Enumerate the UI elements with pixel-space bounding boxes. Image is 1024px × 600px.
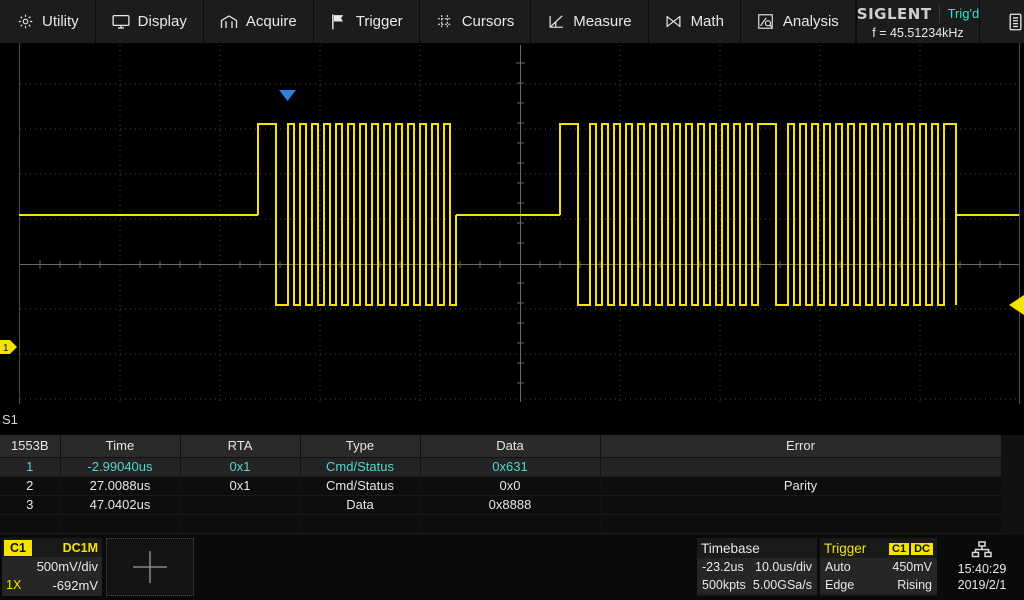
clock-date: 2019/2/1 [958, 577, 1007, 593]
menu-label: Utility [42, 13, 79, 30]
timebase-scale: 10.0us/div [755, 558, 812, 576]
col-header-error: Error [600, 435, 1001, 457]
channel-offset: -692mV [52, 576, 98, 595]
svg-text:1: 1 [3, 343, 9, 354]
channel1-ground-marker[interactable]: 1 [0, 338, 17, 356]
trigger-panel[interactable]: Trigger C1DC Auto 450mV Edge Rising [820, 538, 937, 596]
trigger-title: Trigger [824, 541, 866, 556]
table-row[interactable]: 3 47.0402us Data 0x8888 [0, 495, 1001, 514]
trigger-level: 450mV [892, 558, 932, 576]
trigger-mode: Auto [825, 558, 851, 576]
analysis-icon [757, 13, 775, 31]
crosshair-grid-icon [436, 13, 454, 31]
frequency-readout: f = 45.51234kHz [872, 26, 963, 40]
table-row[interactable]: 1 -2.99040us 0x1 Cmd/Status 0x631 [0, 457, 1001, 476]
waveform-display-area[interactable]: 1 [0, 43, 1024, 404]
decode-results-table[interactable]: 1553B Time RTA Type Data Error 1 -2.9904… [0, 435, 1024, 535]
cell-error [600, 495, 1001, 514]
math-icon [665, 13, 683, 31]
monitor-icon [112, 13, 130, 31]
channel1-settings-panel[interactable]: C1 DC1M 500mV/div 1X -692mV [2, 538, 102, 596]
trigger-level-marker[interactable] [1007, 295, 1024, 315]
acquire-icon [220, 13, 238, 31]
channel-name-badge: C1 [4, 540, 32, 556]
cell-time: 47.0402us [60, 495, 180, 514]
col-header-time: Time [60, 435, 180, 457]
channel-coupling: DC1M [63, 541, 98, 555]
channel-voltsdiv: 500mV/div [2, 557, 102, 576]
decode-annotation-bar: S1 1553B C/S RTA=0x1 C/S=0x631 C/S RTA=0… [0, 404, 1024, 434]
cell-index: 2 [0, 476, 60, 495]
menu-item-display[interactable]: Display [96, 0, 204, 43]
cell-index: 3 [0, 495, 60, 514]
menu-label: Math [691, 13, 724, 30]
trigger-slope: Rising [897, 576, 932, 594]
menu-item-acquire[interactable]: Acquire [204, 0, 314, 43]
cell-data: 0x0 [420, 476, 600, 495]
channel-preview-thumbnail [106, 538, 194, 596]
cell-type: Cmd/Status [300, 457, 420, 476]
cell-index: 1 [0, 457, 60, 476]
network-icon [971, 541, 993, 561]
list-icon [1006, 13, 1024, 31]
menu-item-decode[interactable]: DECODE [980, 0, 1024, 43]
trigger-status-block: SIGLENT Trig'd f = 45.51234kHz [856, 0, 980, 43]
col-header-type: Type [300, 435, 420, 457]
trigger-source-badge: C1 [889, 543, 909, 555]
cell-error [600, 457, 1001, 476]
table-row[interactable]: 2 27.0088us 0x1 Cmd/Status 0x0 Parity [0, 476, 1001, 495]
cell-data: 0x8888 [420, 495, 600, 514]
menu-label: Acquire [246, 13, 297, 30]
trigger-coupling-badge: DC [911, 543, 933, 555]
cell-type: Cmd/Status [300, 476, 420, 495]
top-menu-bar: Utility Display Acquire [0, 0, 1024, 43]
cell-rta: 0x1 [180, 457, 300, 476]
trigger-state-badge: Trig'd [940, 6, 980, 21]
table-header-row: 1553B Time RTA Type Data Error [0, 435, 1001, 457]
table-row-empty [0, 514, 1001, 533]
menu-label: Trigger [356, 13, 403, 30]
channel1-waveform [0, 43, 1024, 404]
cell-time: 27.0088us [60, 476, 180, 495]
col-header-rta: RTA [180, 435, 300, 457]
clock-time: 15:40:29 [958, 561, 1007, 577]
gear-icon [16, 13, 34, 31]
timebase-panel[interactable]: Timebase -23.2us 10.0us/div 500kpts 5.00… [697, 538, 817, 596]
col-header-index: 1553B [0, 435, 60, 457]
menu-label: Display [138, 13, 187, 30]
clock-panel: 15:40:29 2019/2/1 [940, 538, 1024, 596]
menu-item-trigger[interactable]: Trigger [314, 0, 420, 43]
bottom-status-bar: C1 DC1M 500mV/div 1X -692mV Timebase -23… [0, 535, 1024, 600]
menu-item-cursors[interactable]: Cursors [420, 0, 532, 43]
cell-type: Data [300, 495, 420, 514]
timebase-delay: -23.2us [702, 558, 744, 576]
cell-rta: 0x1 [180, 476, 300, 495]
cell-data: 0x631 [420, 457, 600, 476]
timebase-memory: 500kpts [702, 576, 746, 594]
timebase-samplerate: 5.00GSa/s [753, 576, 812, 594]
cell-time: -2.99040us [60, 457, 180, 476]
menu-label: Analysis [783, 13, 839, 30]
col-header-data: Data [420, 435, 600, 457]
measure-icon [547, 13, 565, 31]
menu-label: Cursors [462, 13, 515, 30]
menu-item-math[interactable]: Math [649, 0, 741, 43]
menu-item-analysis[interactable]: Analysis [741, 0, 856, 43]
oscilloscope-screen: Utility Display Acquire [0, 0, 1024, 600]
flag-icon [330, 13, 348, 31]
menu-item-utility[interactable]: Utility [0, 0, 96, 43]
menu-item-measure[interactable]: Measure [531, 0, 648, 43]
brand-logo: SIGLENT [857, 5, 940, 23]
cell-error: Parity [600, 476, 1001, 495]
trigger-type: Edge [825, 576, 854, 594]
channel-probe-ratio: 1X [6, 576, 21, 595]
menu-label: Measure [573, 13, 631, 30]
decode-channel-label: S1 [2, 412, 18, 427]
timebase-title: Timebase [701, 541, 760, 556]
trigger-position-marker[interactable] [279, 88, 296, 99]
cell-rta [180, 495, 300, 514]
